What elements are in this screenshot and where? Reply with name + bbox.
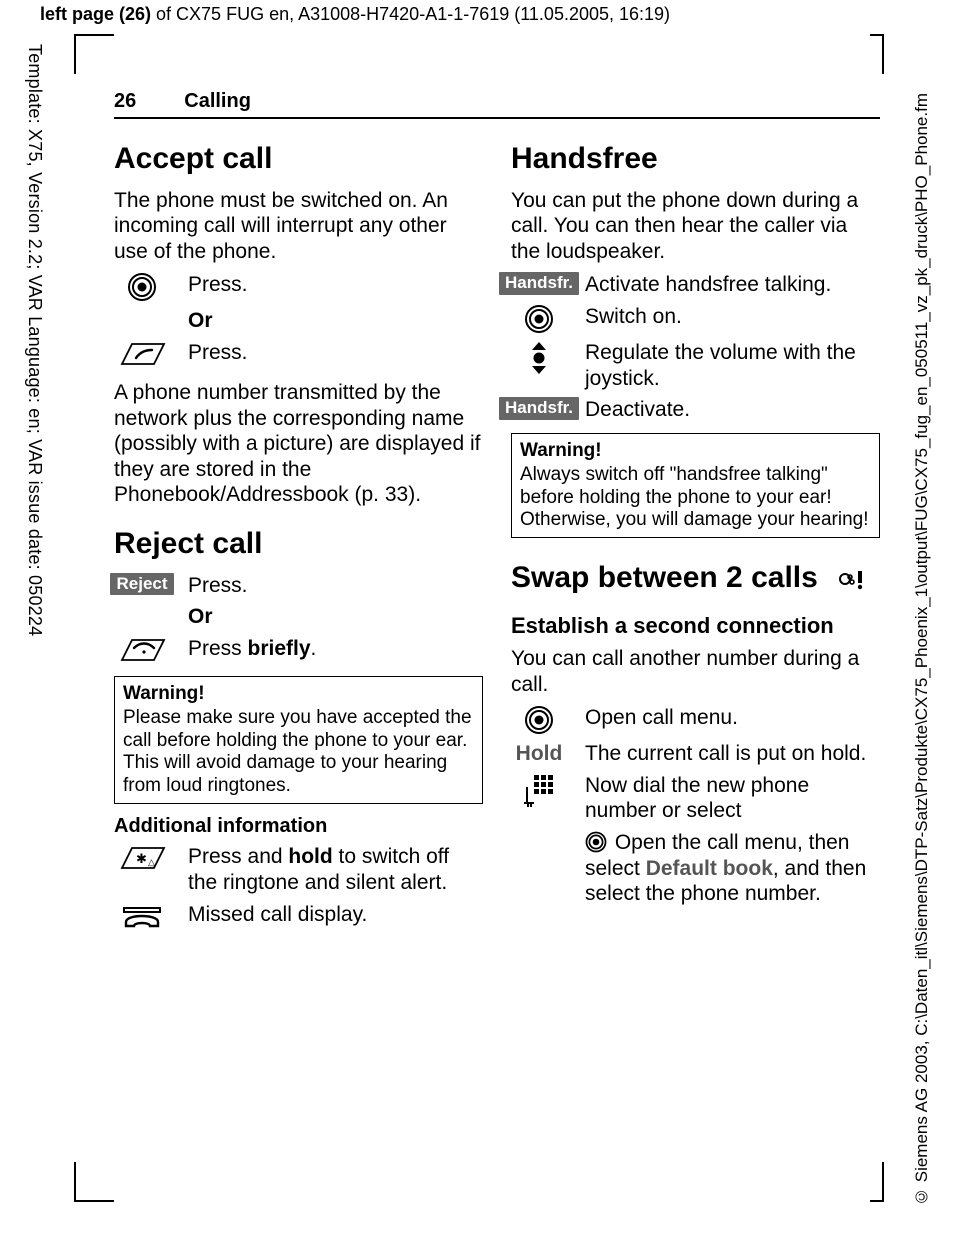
swap-hold-row: Hold The current call is put on hold.	[511, 741, 880, 767]
joystick-updown-icon	[511, 340, 567, 376]
heading-handsfree: Handsfree	[511, 141, 880, 178]
warning-body: Always switch off "handsfree talking" be…	[520, 464, 871, 531]
handsfree-softkey: Handsfr.	[511, 272, 567, 295]
reject-press: Press.	[188, 573, 483, 599]
reject-warning-box: Warning! Please make sure you have accep…	[114, 676, 483, 804]
keypad-icon	[511, 773, 567, 811]
swap-defaultbook-text: Open the call menu, then select Default …	[585, 830, 880, 907]
left-column: Accept call The phone must be switched o…	[114, 141, 483, 936]
handsfree-intro: You can put the phone down during a call…	[511, 188, 880, 265]
handsfree-volume: Regulate the volume with the joystick.	[585, 340, 880, 391]
doc-top-header: left page (26) of CX75 FUG en, A31008-H7…	[40, 4, 670, 25]
page-body: 26 Calling Accept call The phone must be…	[114, 90, 880, 936]
right-column: Handsfree You can put the phone down dur…	[511, 141, 880, 936]
accept-press2: Press.	[188, 340, 483, 366]
section-title: Calling	[184, 90, 251, 113]
swap-dial-row: Now dial the new phone number or select	[511, 773, 880, 824]
hold-menu-label: Hold	[511, 741, 567, 767]
swap-open-menu: Open call menu.	[585, 705, 880, 731]
handsfree-activate-row: Handsfr. Activate handsfree talking.	[511, 272, 880, 298]
star-key-text: Press and hold to switch off the rington…	[188, 844, 483, 895]
reject-softkey: Reject	[114, 573, 170, 596]
joystick-press-icon	[585, 831, 607, 853]
swap-intro: You can call another number during a cal…	[511, 646, 880, 697]
running-rule	[114, 117, 880, 119]
handsfree-deactivate: Deactivate.	[585, 397, 880, 423]
swap-dial-text: Now dial the new phone number or select	[585, 773, 880, 824]
reject-end-key-row: Press briefly.	[114, 636, 483, 666]
missed-call-text: Missed call display.	[188, 902, 483, 928]
handsfree-softkey: Handsfr.	[511, 397, 567, 420]
file-path-right: © Siemens AG 2003, C:\Daten_itl\Siemens\…	[912, 93, 932, 1206]
missed-call-icon	[114, 902, 170, 930]
template-info-left: Template: X75, Version 2.2; VAR Language…	[24, 44, 45, 636]
missed-call-row: Missed call display.	[114, 902, 483, 930]
swap-open-menu-row: Open call menu.	[511, 705, 880, 735]
star-key-icon: ✱△	[114, 844, 170, 874]
warning-title: Warning!	[123, 683, 474, 705]
end-key-icon	[114, 636, 170, 666]
accept-press-joystick: Press.	[114, 272, 483, 302]
swap-defaultbook-row: Open the call menu, then select Default …	[511, 830, 880, 907]
handsfree-deactivate-row: Handsfr. Deactivate.	[511, 397, 880, 423]
heading-accept-call: Accept call	[114, 141, 483, 178]
heading-swap-calls: Swap between 2 calls	[511, 560, 880, 597]
accept-press1: Press.	[188, 272, 483, 298]
joystick-press-icon	[511, 705, 567, 735]
call-key-icon	[114, 340, 170, 370]
heading-establish-second: Establish a second connection	[511, 613, 880, 640]
handsfree-switchon: Switch on.	[585, 304, 880, 330]
reject-or: Or	[188, 604, 483, 630]
accept-or: Or	[188, 308, 483, 334]
svg-text:△: △	[148, 857, 155, 867]
network-feature-icon	[836, 567, 866, 591]
accept-intro: The phone must be switched on. An incomi…	[114, 188, 483, 265]
handsfree-activate: Activate handsfree talking.	[585, 272, 880, 298]
handsfree-switchon-row: Switch on.	[511, 304, 880, 334]
accept-press-call-key: Press.	[114, 340, 483, 370]
reject-press-briefly: Press briefly.	[188, 636, 483, 662]
warning-body: Please make sure you have accepted the c…	[123, 707, 474, 797]
svg-text:✱: ✱	[136, 851, 147, 866]
doc-top-header-rest: of CX75 FUG en, A31008-H7420-A1-1-7619 (…	[151, 4, 670, 24]
running-head: 26 Calling	[114, 90, 880, 113]
swap-hold-text: The current call is put on hold.	[585, 741, 880, 767]
star-key-row: ✱△ Press and hold to switch off the ring…	[114, 844, 483, 895]
additional-info-title: Additional information	[114, 814, 483, 838]
handsfree-volume-row: Regulate the volume with the joystick.	[511, 340, 880, 391]
reject-softkey-row: Reject Press.	[114, 573, 483, 599]
page-number: 26	[114, 90, 136, 113]
handsfree-warning-box: Warning! Always switch off "handsfree ta…	[511, 433, 880, 539]
joystick-press-icon	[114, 272, 170, 302]
doc-top-header-bold: left page (26)	[40, 4, 151, 24]
accept-para2: A phone number transmitted by the networ…	[114, 380, 483, 508]
joystick-press-icon	[511, 304, 567, 334]
heading-reject-call: Reject call	[114, 526, 483, 563]
warning-title: Warning!	[520, 440, 871, 462]
